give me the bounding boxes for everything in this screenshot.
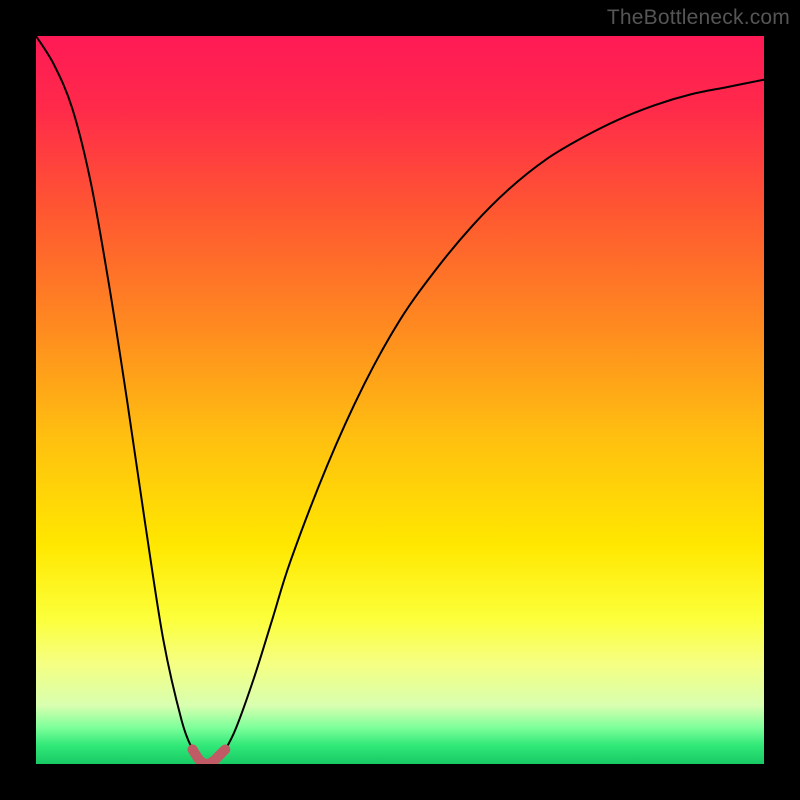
- watermark-text: TheBottleneck.com: [607, 6, 790, 30]
- bottleneck-curve: [36, 36, 764, 764]
- curve-line: [36, 36, 764, 764]
- plot-frame: [36, 36, 764, 764]
- optimal-zone-marker: [193, 749, 226, 764]
